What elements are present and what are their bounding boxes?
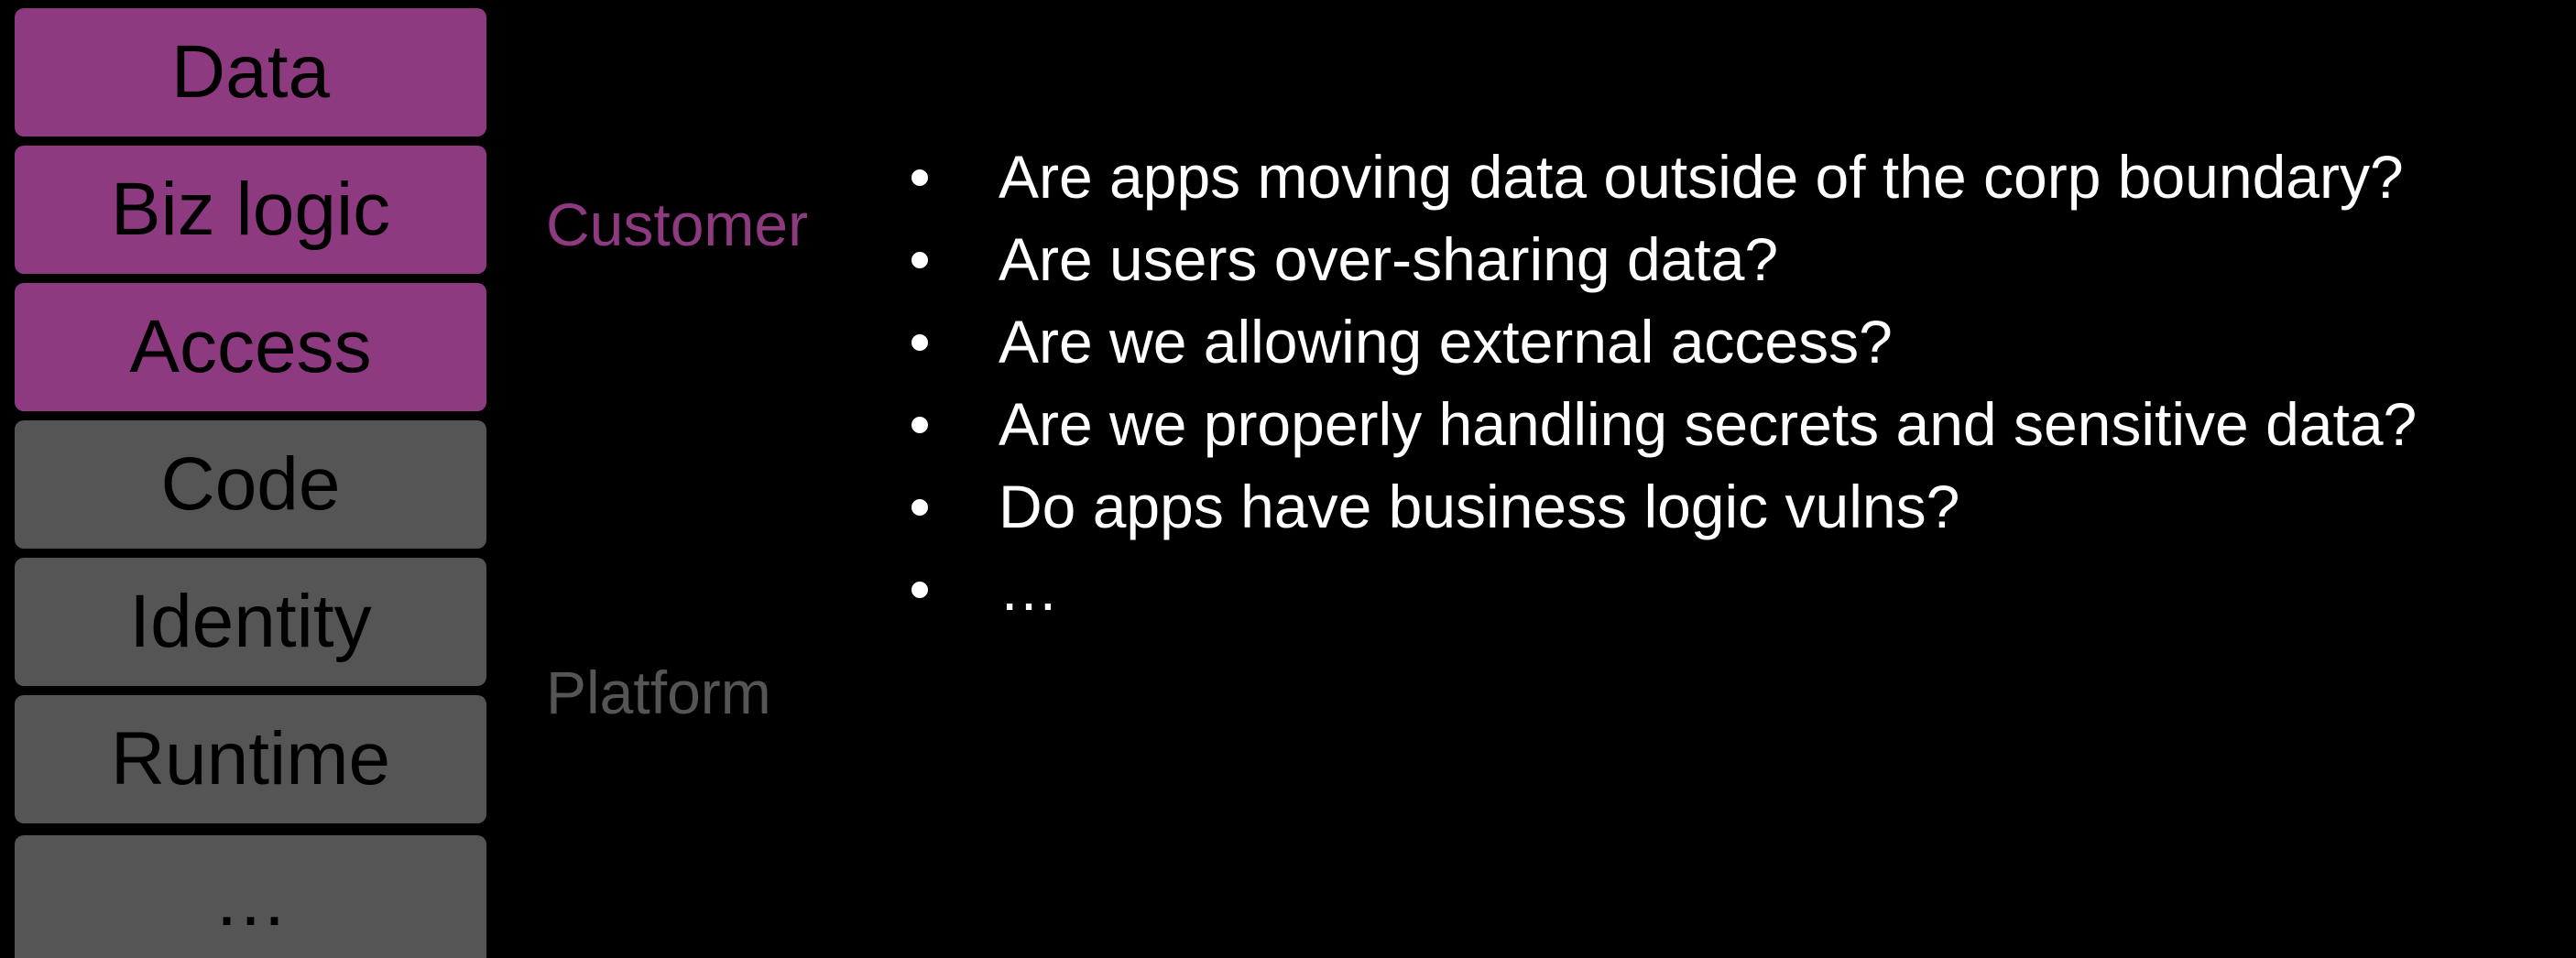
layer-label: Code bbox=[160, 442, 341, 526]
bullet-icon bbox=[911, 334, 928, 351]
bullet-icon bbox=[911, 499, 928, 516]
bullet-icon bbox=[911, 582, 928, 598]
bullet-text: … bbox=[999, 555, 1059, 623]
layer-label: … bbox=[213, 858, 289, 942]
bullet-icon bbox=[911, 169, 928, 186]
layer-access: Access bbox=[15, 283, 486, 411]
layer-label: Access bbox=[129, 305, 372, 388]
bullet-text: Are we allowing external access? bbox=[999, 308, 1893, 376]
bullet-text: Are apps moving data outside of the corp… bbox=[999, 143, 2404, 211]
layer-label: Biz logic bbox=[110, 168, 391, 251]
layer-code: Code bbox=[15, 420, 486, 549]
layer-more: … bbox=[15, 835, 486, 958]
layer-identity: Identity bbox=[15, 558, 486, 686]
layer-label: Data bbox=[170, 30, 331, 114]
bullet-icon bbox=[911, 417, 928, 433]
bullet-text: Do apps have business logic vulns? bbox=[999, 473, 1960, 540]
layer-data: Data bbox=[15, 8, 486, 136]
layer-label: Runtime bbox=[110, 717, 391, 800]
layer-label: Identity bbox=[129, 580, 372, 663]
customer-group-label: Customer bbox=[546, 191, 809, 258]
platform-group-label: Platform bbox=[546, 659, 771, 726]
layer-runtime: Runtime bbox=[15, 695, 486, 823]
bullet-text: Are users over-sharing data? bbox=[999, 225, 1779, 293]
bullet-text: Are we properly handling secrets and sen… bbox=[999, 390, 2418, 458]
layer-biz-logic: Biz logic bbox=[15, 146, 486, 274]
bullet-icon bbox=[911, 252, 928, 268]
